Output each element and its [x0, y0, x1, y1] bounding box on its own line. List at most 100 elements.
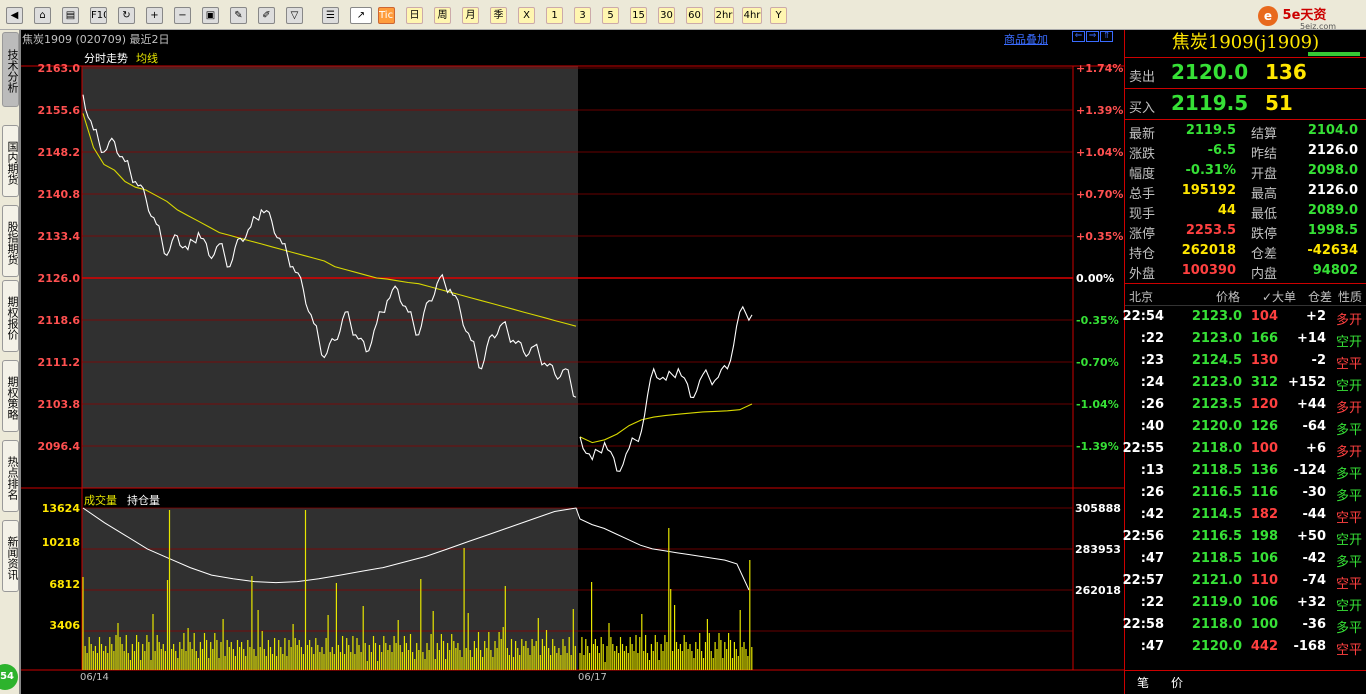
- period-button[interactable]: Y: [770, 7, 787, 24]
- tick-volume: 126: [1250, 419, 1278, 434]
- contract-title: 焦炭1909(j1909): [1171, 32, 1320, 53]
- stat-value: 1998.5: [1307, 223, 1358, 238]
- tick-price: 2116.5: [1191, 529, 1242, 544]
- tick-time: 22:57: [1122, 573, 1164, 588]
- filter-icon[interactable]: ▽: [286, 7, 303, 24]
- panel-tab[interactable]: 笔: [1137, 674, 1149, 691]
- side-tab[interactable]: 期权报价: [2, 280, 19, 352]
- tick-time: :26: [1140, 485, 1164, 500]
- period-button[interactable]: 1: [546, 7, 563, 24]
- panel-tab[interactable]: 价: [1171, 674, 1183, 691]
- tick-row: 22:56 2116.5 198 +50 空开: [1122, 526, 1366, 548]
- stat-value: 2126.0: [1307, 183, 1358, 198]
- side-tab[interactable]: 新闻资讯: [2, 520, 19, 592]
- side-tab[interactable]: 股指期货: [2, 205, 19, 277]
- tick-volume: 106: [1250, 551, 1278, 566]
- buy-volume: 51: [1265, 91, 1293, 115]
- chart-nav-button[interactable]: ⇒: [1086, 31, 1099, 42]
- stat-label: 幅度: [1129, 167, 1156, 182]
- chart-nav-button[interactable]: ⇐: [1072, 31, 1085, 42]
- tick-row: 22:58 2118.0 100 -36 多平: [1122, 614, 1366, 636]
- intraday-chart-icon[interactable]: ↗: [350, 7, 372, 24]
- percent-tick-label: -1.04%: [1076, 398, 1119, 411]
- price-tick-label: 2163.0: [37, 62, 80, 75]
- notes-icon[interactable]: ▤: [62, 7, 79, 24]
- zoom-in-icon[interactable]: +: [146, 7, 163, 24]
- tick-nature: 多开: [1335, 313, 1362, 328]
- tick-volume: 116: [1250, 485, 1278, 500]
- period-button[interactable]: 5: [602, 7, 619, 24]
- stat-value: 94802: [1312, 263, 1358, 278]
- tick-price: 2120.0: [1191, 419, 1242, 434]
- oi-tick-label: 262018: [1075, 584, 1121, 597]
- tick-nature: 空平: [1335, 643, 1362, 658]
- side-tab[interactable]: 期权策略: [2, 360, 19, 432]
- tick-volume: 110: [1250, 573, 1278, 588]
- period-button[interactable]: 15: [630, 7, 647, 24]
- volume-tick-label: 3406: [49, 619, 80, 632]
- period-button[interactable]: 周: [434, 7, 451, 24]
- tick-price: 2121.0: [1191, 573, 1242, 588]
- windows-icon[interactable]: ▣: [202, 7, 219, 24]
- home-icon[interactable]: ⌂: [34, 7, 51, 24]
- sell-label: 卖出: [1129, 70, 1156, 85]
- side-tab[interactable]: 国内期货: [2, 125, 19, 197]
- side-tab[interactable]: 技术分析: [2, 32, 19, 107]
- stat-label: 最低: [1251, 207, 1278, 222]
- period-button[interactable]: 3: [574, 7, 591, 24]
- tick-volume: 136: [1250, 463, 1278, 478]
- period-button[interactable]: 30: [658, 7, 675, 24]
- period-button[interactable]: 日: [406, 7, 423, 24]
- tick-time: 22:55: [1122, 441, 1164, 456]
- period-button[interactable]: X: [518, 7, 535, 24]
- period-button[interactable]: 月: [462, 7, 479, 24]
- price-tick-label: 2140.8: [37, 188, 80, 201]
- zoom-out-icon[interactable]: −: [174, 7, 191, 24]
- period-button[interactable]: 2hr: [714, 7, 734, 24]
- tick-time: 22:54: [1122, 309, 1164, 324]
- percent-tick-label: +0.70%: [1076, 188, 1124, 201]
- side-tab[interactable]: 热点排名: [2, 440, 19, 512]
- side-tabs: 技术分析国内期货股指期货期权报价期权策略热点排名新闻资讯: [0, 30, 20, 694]
- stat-value: -6.5: [1207, 143, 1236, 158]
- sell-volume: 136: [1265, 60, 1307, 84]
- tick-diff: +14: [1297, 331, 1326, 346]
- stat-row: 现手 44 最低 2089.0: [1125, 201, 1366, 222]
- draw-icon[interactable]: ✎: [230, 7, 247, 24]
- tick-time: 22:56: [1122, 529, 1164, 544]
- tick-price: 2118.0: [1191, 617, 1242, 632]
- price-tick-label: 2111.2: [37, 356, 80, 369]
- table-header-cell: 北京: [1129, 290, 1154, 304]
- tick-time: :22: [1140, 331, 1164, 346]
- back-icon[interactable]: ◀: [6, 7, 23, 24]
- brand-icon: e: [1258, 5, 1278, 26]
- period-button[interactable]: 60: [686, 7, 703, 24]
- chart-title: 焦炭1909 (020709) 最近2日: [22, 33, 170, 46]
- volume-tick-label: 6812: [49, 578, 80, 591]
- quote-list-icon[interactable]: ☰: [322, 7, 339, 24]
- tick-price: 2120.0: [1191, 639, 1242, 654]
- stat-label: 最高: [1251, 187, 1278, 202]
- stat-value: 2253.5: [1185, 223, 1236, 238]
- stat-row: 最新 2119.5 结算 2104.0: [1125, 121, 1366, 142]
- period-button[interactable]: 4hr: [742, 7, 762, 24]
- panel-tabs: 笔价: [1125, 670, 1366, 694]
- overlay-link[interactable]: 商品叠加: [1004, 31, 1048, 47]
- f10-icon[interactable]: F10: [90, 7, 107, 24]
- stat-label: 开盘: [1251, 167, 1278, 182]
- tick-icon[interactable]: Tick: [378, 7, 395, 24]
- brush-icon[interactable]: ✐: [258, 7, 275, 24]
- stat-value: 2104.0: [1307, 123, 1358, 138]
- tick-nature: 空开: [1335, 335, 1362, 350]
- tick-volume: 442: [1250, 639, 1278, 654]
- period-button[interactable]: 季: [490, 7, 507, 24]
- refresh-icon[interactable]: ↻: [118, 7, 135, 24]
- intraday-chart[interactable]: [20, 30, 1124, 694]
- tick-volume: 182: [1250, 507, 1278, 522]
- chart-nav-button[interactable]: ⇑: [1100, 31, 1113, 42]
- tick-time: 22:58: [1122, 617, 1164, 632]
- tick-diff: +50: [1297, 529, 1326, 544]
- tick-nature: 多平: [1335, 621, 1362, 636]
- tick-row: :26 2116.5 116 -30 多平: [1125, 482, 1366, 504]
- tick-diff: +2: [1306, 309, 1326, 324]
